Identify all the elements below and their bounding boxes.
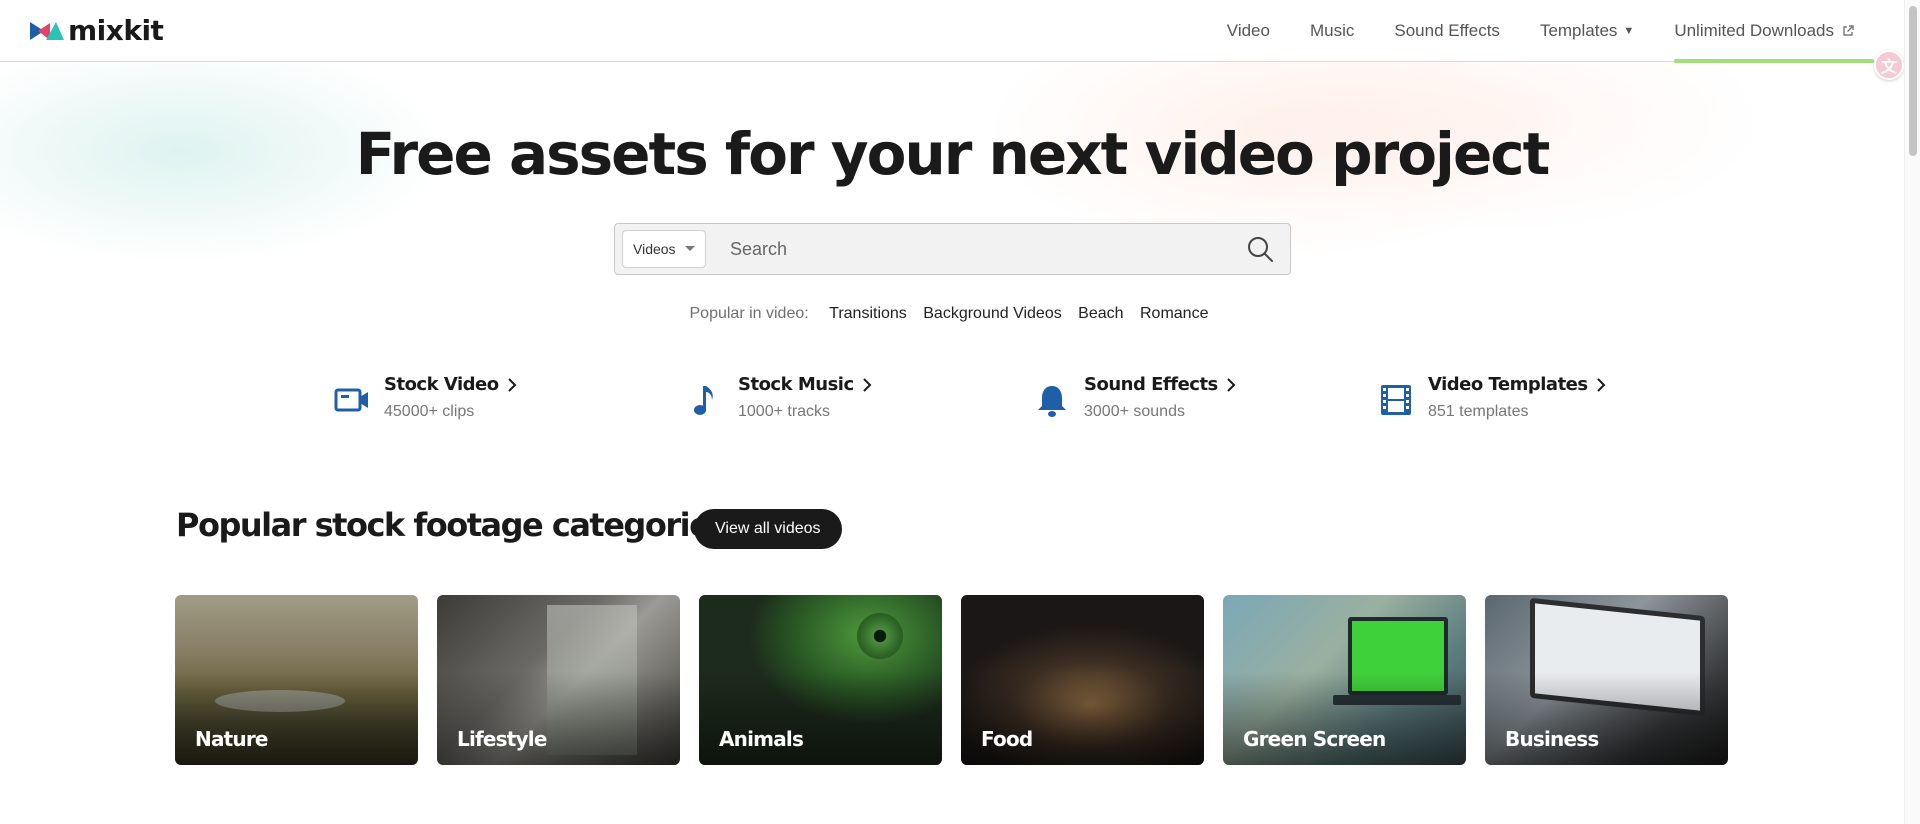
category-label: Animals [719,727,804,751]
asset-subtitle: 45000+ clips [384,403,475,420]
nav-music-label: Music [1309,20,1355,40]
view-all-videos-button[interactable]: View all videos [694,509,842,549]
asset-title: Stock Music [738,374,854,395]
search-icon[interactable] [1246,235,1274,263]
hero-title: Free assets for your next video project [355,120,1551,188]
site-header: mixkit Video Music Sound Effects Templat… [0,0,1904,63]
search-bar: Videos [614,223,1291,275]
main-nav: Video Music Sound Effects Templates ▼ Unl… [1207,0,1874,63]
asset-subtitle: 851 templates [1428,403,1529,420]
external-link-icon [1843,24,1854,36]
chevron-right-icon [507,377,517,392]
nav-music[interactable]: Music [1290,0,1374,62]
bell-icon [1038,386,1066,417]
nav-unlimited-label: Unlimited Downloads [1674,20,1834,40]
category-card-lifestyle[interactable]: Lifestyle [437,595,680,765]
popular-tag[interactable]: Background Videos [923,305,1061,322]
select-caret-icon [685,246,695,251]
asset-title: Sound Effects [1084,374,1218,395]
nav-sound-effects-label: Sound Effects [1394,20,1500,40]
categories-heading: Popular stock footage categories [176,506,728,544]
asset-title: Stock Video [384,374,499,395]
popular-label: Popular in video: [689,305,809,322]
film-strip-icon [1381,385,1411,415]
asset-stock-video[interactable]: Stock Video 45000+ clips [334,374,517,421]
category-label: Lifestyle [457,727,547,751]
nav-unlimited-downloads[interactable]: Unlimited Downloads [1654,0,1874,63]
asset-stock-music[interactable]: Stock Music 1000+ tracks [688,374,872,421]
mixkit-logo-icon [30,21,64,40]
asset-subtitle: 1000+ tracks [738,403,831,420]
music-note-icon [694,386,713,415]
popular-tag[interactable]: Romance [1140,305,1208,322]
category-label: Nature [195,727,268,751]
popular-tag[interactable]: Transitions [829,305,907,322]
category-label: Food [981,727,1033,751]
category-card-animals[interactable]: Animals [699,595,942,765]
category-cards: Nature Lifestyle Animals Food Green Scre… [175,595,1728,765]
asset-video-templates[interactable]: Video Templates 851 templates [1378,374,1606,421]
chevron-right-icon [1227,377,1236,392]
nav-video[interactable]: Video [1207,0,1290,62]
asset-types: Stock Video 45000+ clips Stock Music 100… [0,374,1904,434]
search-type-value: Videos [633,241,676,257]
asset-title: Video Templates [1428,374,1588,395]
search-input[interactable] [706,224,1246,274]
popular-searches: Popular in video: Transitions Background… [0,305,1904,323]
chevron-right-icon [862,377,872,392]
category-card-business[interactable]: Business [1485,595,1728,765]
translate-icon[interactable]: 文 [1874,50,1904,80]
category-label: Business [1505,727,1599,751]
category-label: Green Screen [1243,727,1386,751]
search-type-select[interactable]: Videos [622,230,706,268]
nav-sound-effects[interactable]: Sound Effects [1374,0,1520,62]
asset-subtitle: 3000+ sounds [1084,403,1185,420]
category-card-green-screen[interactable]: Green Screen [1223,595,1466,765]
category-card-nature[interactable]: Nature [175,595,418,765]
logo-text: mixkit [68,14,164,47]
scrollbar-thumb[interactable] [1909,6,1917,156]
asset-sound-effects[interactable]: Sound Effects 3000+ sounds [1034,374,1236,421]
logo[interactable]: mixkit [30,14,164,47]
category-card-food[interactable]: Food [961,595,1204,765]
popular-tag[interactable]: Beach [1078,305,1123,322]
caret-down-icon: ▼ [1623,24,1635,37]
chevron-right-icon [1596,377,1606,392]
nav-templates-label: Templates [1539,20,1618,40]
nav-video-label: Video [1226,20,1270,40]
page-scrollbar[interactable] [1904,0,1920,824]
video-camera-icon [334,388,368,412]
nav-templates[interactable]: Templates ▼ [1520,0,1654,62]
